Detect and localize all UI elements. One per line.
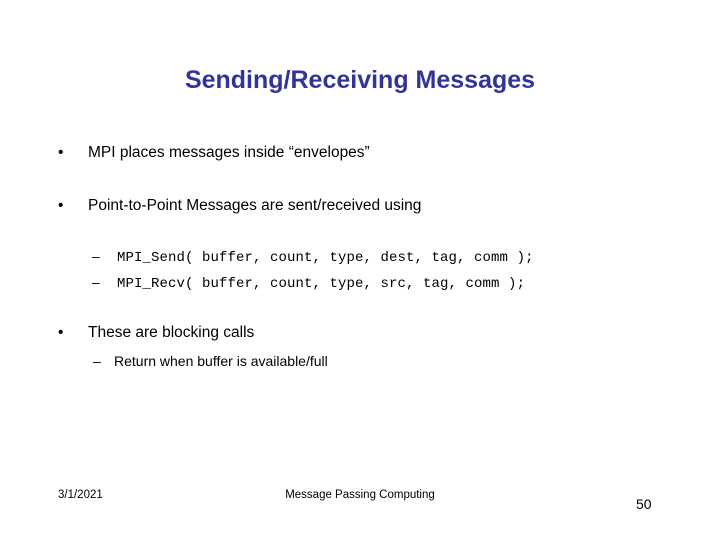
dash-marker-icon: – bbox=[93, 353, 101, 369]
bullet-text: MPI places messages inside “envelopes” bbox=[88, 144, 370, 161]
sub-bullet-item: – Return when buffer is available/full bbox=[93, 353, 328, 369]
bullet-item: • These are blocking calls bbox=[58, 324, 254, 342]
code-line-item: – MPI_Recv( buffer, count, type, src, ta… bbox=[92, 275, 525, 292]
bullet-item: • MPI places messages inside “envelopes” bbox=[58, 144, 370, 162]
sub-bullet-text: Return when buffer is available/full bbox=[114, 353, 328, 369]
dash-marker-icon: – bbox=[92, 274, 100, 290]
bullet-marker-icon: • bbox=[58, 197, 64, 214]
bullet-text: These are blocking calls bbox=[88, 324, 255, 341]
code-line-text: MPI_Send( buffer, count, type, dest, tag… bbox=[117, 250, 534, 266]
code-line-item: – MPI_Send( buffer, count, type, dest, t… bbox=[92, 249, 534, 266]
footer-page-number: 50 bbox=[636, 496, 652, 512]
bullet-text: Point-to-Point Messages are sent/receive… bbox=[88, 197, 422, 214]
bullet-item: • Point-to-Point Messages are sent/recei… bbox=[58, 197, 421, 215]
footer-title: Message Passing Computing bbox=[285, 489, 435, 501]
bullet-marker-icon: • bbox=[58, 144, 64, 161]
dash-marker-icon: – bbox=[92, 248, 100, 264]
code-line-text: MPI_Recv( buffer, count, type, src, tag,… bbox=[117, 276, 526, 292]
slide-body: • MPI places messages inside “envelopes”… bbox=[0, 0, 720, 540]
bullet-marker-icon: • bbox=[58, 324, 64, 341]
slide-canvas: Sending/Receiving Messages • MPI places … bbox=[0, 0, 720, 540]
